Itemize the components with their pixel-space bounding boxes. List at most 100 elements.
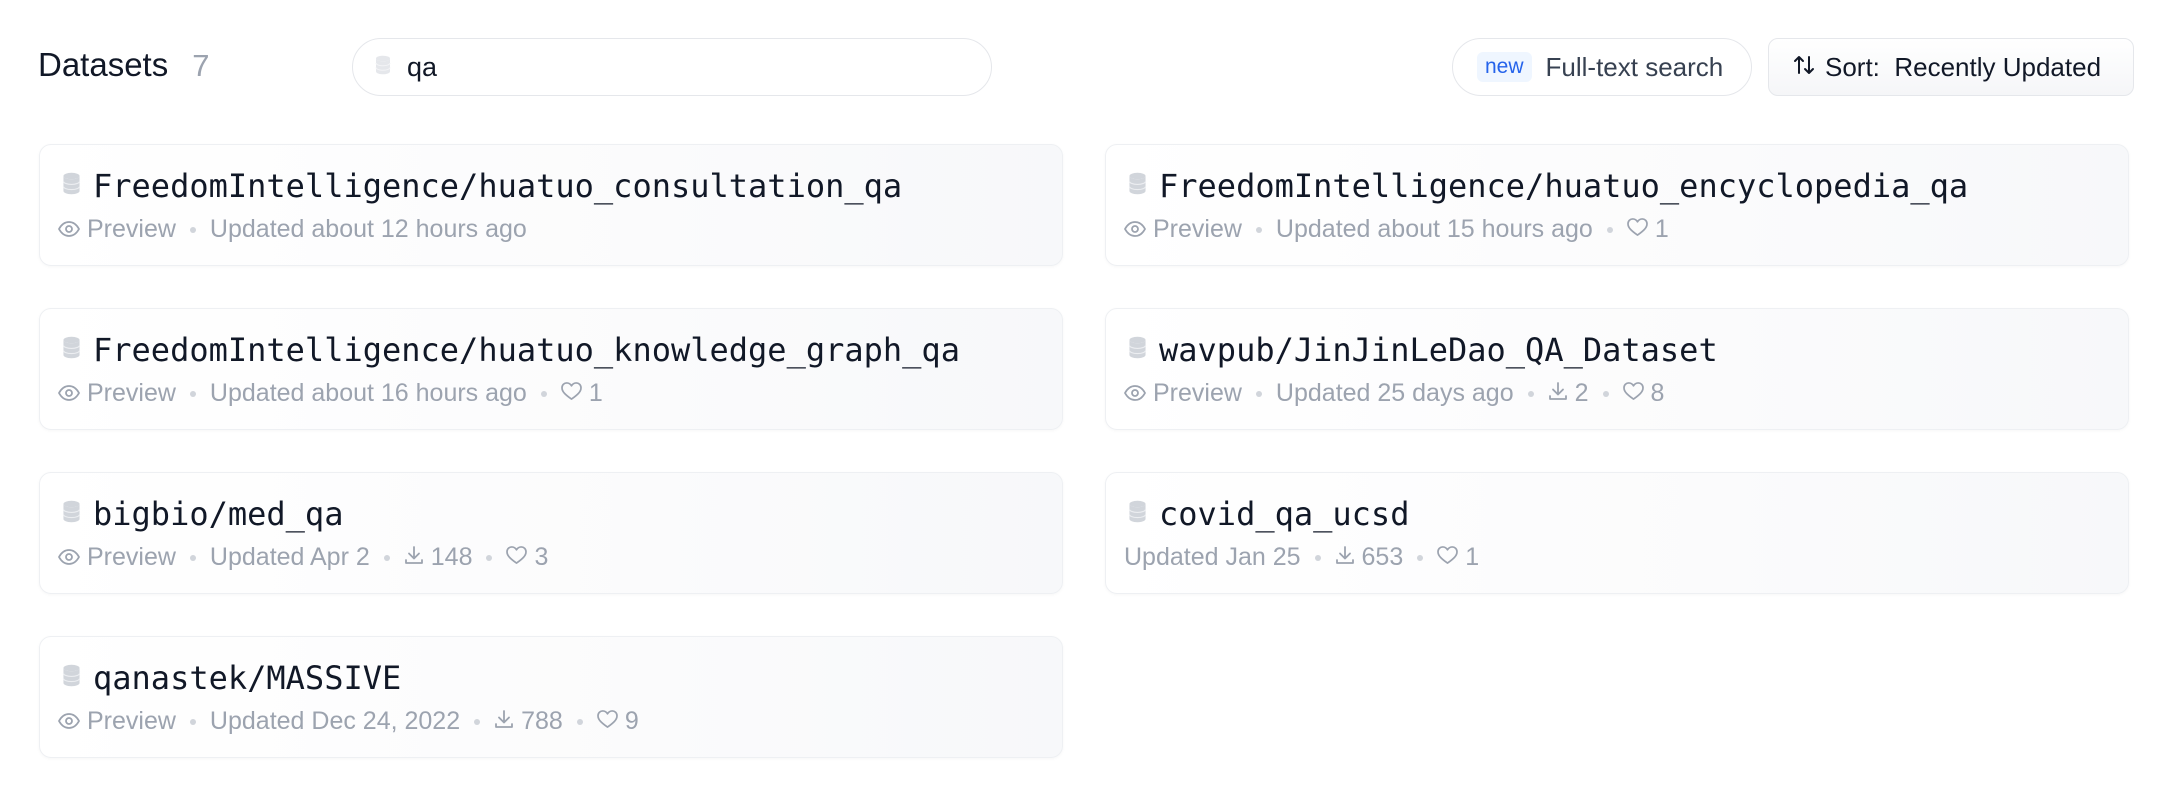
separator-dot bbox=[474, 718, 481, 725]
separator-dot bbox=[1602, 390, 1609, 397]
likes-value: 1 bbox=[1465, 543, 1480, 571]
separator-dot bbox=[189, 718, 196, 725]
eye-icon bbox=[57, 379, 81, 408]
likes-value: 9 bbox=[624, 707, 639, 735]
dataset-name[interactable]: covid_qa_ucsd bbox=[1159, 495, 1409, 533]
page-title: Datasets bbox=[38, 46, 169, 83]
likes-value: 8 bbox=[1650, 379, 1665, 407]
updated-time: Updated 25 days ago bbox=[1275, 379, 1514, 407]
eye-icon bbox=[57, 707, 81, 736]
updated-time: Updated Apr 2 bbox=[209, 543, 370, 571]
dataset-name[interactable]: wavpub/JinJinLeDao_QA_Dataset bbox=[1159, 331, 1718, 369]
download-icon bbox=[404, 543, 424, 572]
dataset-name[interactable]: FreedomIntelligence/huatuo_knowledge_gra… bbox=[93, 331, 960, 369]
database-icon bbox=[62, 664, 81, 692]
sort-button[interactable]: Sort: Recently Updated bbox=[1768, 38, 2134, 96]
database-icon bbox=[375, 55, 391, 80]
dataset-name-row: bigbio/med_qa bbox=[62, 495, 343, 533]
preview-label: Preview bbox=[1153, 379, 1242, 407]
separator-dot bbox=[189, 390, 196, 397]
full-text-search-label: Full-text search bbox=[1545, 51, 1724, 82]
preview-link[interactable]: Preview bbox=[1123, 215, 1242, 244]
database-icon bbox=[62, 500, 81, 528]
dataset-card[interactable]: FreedomIntelligence/huatuo_encyclopedia_… bbox=[1105, 144, 2129, 266]
dataset-meta: Preview Updated about 15 hours ago 1 bbox=[1123, 215, 1669, 244]
separator-dot bbox=[1527, 390, 1534, 397]
likes-value: 1 bbox=[588, 379, 603, 407]
eye-icon bbox=[57, 215, 81, 244]
database-icon bbox=[1128, 336, 1147, 364]
heart-icon bbox=[1626, 215, 1648, 244]
updated-time: Updated Jan 25 bbox=[1124, 543, 1301, 571]
dataset-card[interactable]: FreedomIntelligence/huatuo_consultation_… bbox=[39, 144, 1063, 266]
dataset-name-row: covid_qa_ucsd bbox=[1128, 495, 1409, 533]
separator-dot bbox=[383, 554, 390, 561]
likes-count: 3 bbox=[506, 543, 548, 572]
downloads-count: 2 bbox=[1548, 379, 1589, 408]
preview-link[interactable]: Preview bbox=[57, 215, 176, 244]
dataset-name[interactable]: FreedomIntelligence/huatuo_consultation_… bbox=[93, 167, 902, 205]
separator-dot bbox=[540, 390, 547, 397]
downloads-value: 788 bbox=[521, 707, 563, 735]
dataset-name-row: FreedomIntelligence/huatuo_knowledge_gra… bbox=[62, 331, 960, 369]
downloads-count: 653 bbox=[1335, 543, 1404, 572]
database-icon bbox=[62, 336, 81, 364]
dataset-meta: Updated Jan 25 653 1 bbox=[1124, 543, 1479, 572]
database-icon bbox=[62, 172, 81, 200]
download-icon bbox=[1335, 543, 1355, 572]
likes-value: 1 bbox=[1654, 215, 1669, 243]
dataset-card[interactable]: FreedomIntelligence/huatuo_knowledge_gra… bbox=[39, 308, 1063, 430]
datasets-header: Datasets 7 qa new Full-text search Sort:… bbox=[38, 38, 2134, 96]
heart-icon bbox=[1437, 543, 1459, 572]
heart-icon bbox=[1622, 379, 1644, 408]
updated-time: Updated Dec 24, 2022 bbox=[209, 707, 461, 735]
eye-icon bbox=[1123, 215, 1147, 244]
dataset-meta: Preview Updated about 16 hours ago 1 bbox=[57, 379, 603, 408]
downloads-count: 788 bbox=[494, 707, 563, 736]
eye-icon bbox=[57, 543, 81, 572]
preview-label: Preview bbox=[87, 543, 176, 571]
downloads-value: 2 bbox=[1574, 379, 1589, 407]
dataset-name-row: wavpub/JinJinLeDao_QA_Dataset bbox=[1128, 331, 1718, 369]
separator-dot bbox=[1255, 390, 1262, 397]
dataset-name[interactable]: bigbio/med_qa bbox=[93, 495, 343, 533]
preview-label: Preview bbox=[87, 215, 176, 243]
full-text-search-button[interactable]: new Full-text search bbox=[1452, 38, 1752, 96]
downloads-count: 148 bbox=[404, 543, 473, 572]
likes-count: 1 bbox=[1437, 543, 1479, 572]
likes-count: 1 bbox=[560, 379, 603, 408]
database-icon bbox=[1128, 500, 1147, 528]
search-input[interactable]: qa bbox=[352, 38, 992, 96]
separator-dot bbox=[576, 718, 583, 725]
heart-icon bbox=[506, 543, 528, 572]
dataset-meta: Preview Updated about 12 hours ago bbox=[57, 215, 527, 244]
preview-link[interactable]: Preview bbox=[57, 543, 176, 572]
dataset-card[interactable]: wavpub/JinJinLeDao_QA_Dataset Preview Upda… bbox=[1105, 308, 2129, 430]
separator-dot bbox=[486, 554, 493, 561]
heart-icon bbox=[596, 707, 618, 736]
dataset-meta: Preview Updated Apr 2 148 3 bbox=[57, 543, 548, 572]
dataset-meta: Preview Updated 25 days ago 2 8 bbox=[1123, 379, 1665, 408]
preview-link[interactable]: Preview bbox=[57, 379, 176, 408]
sort-arrows-icon bbox=[1793, 54, 1815, 81]
dataset-card[interactable]: qanastek/MASSIVE Preview Updated Dec 24, 2… bbox=[39, 636, 1063, 758]
dataset-card[interactable]: bigbio/med_qa Preview Updated Apr 2 148 3 bbox=[39, 472, 1063, 594]
separator-dot bbox=[1314, 554, 1321, 561]
dataset-name[interactable]: qanastek/MASSIVE bbox=[93, 659, 401, 697]
dataset-name-row: qanastek/MASSIVE bbox=[62, 659, 401, 697]
preview-label: Preview bbox=[87, 379, 176, 407]
database-icon bbox=[1128, 172, 1147, 200]
updated-time: Updated about 15 hours ago bbox=[1275, 215, 1593, 243]
dataset-name[interactable]: FreedomIntelligence/huatuo_encyclopedia_… bbox=[1159, 167, 1968, 205]
downloads-value: 148 bbox=[430, 543, 473, 571]
preview-link[interactable]: Preview bbox=[57, 707, 176, 736]
preview-link[interactable]: Preview bbox=[1123, 379, 1242, 408]
separator-dot bbox=[1417, 554, 1424, 561]
dataset-card[interactable]: covid_qa_ucsd Updated Jan 25 653 1 bbox=[1105, 472, 2129, 594]
dataset-count: 7 bbox=[192, 48, 210, 83]
new-badge: new bbox=[1477, 52, 1532, 82]
download-icon bbox=[494, 707, 514, 736]
downloads-value: 653 bbox=[1361, 543, 1404, 571]
search-value[interactable]: qa bbox=[407, 52, 437, 83]
likes-count: 9 bbox=[596, 707, 639, 736]
